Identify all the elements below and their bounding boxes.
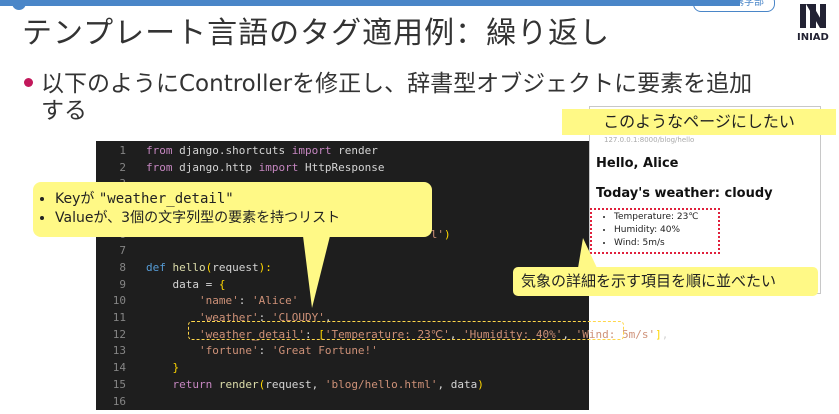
callout-pointer xyxy=(303,236,330,308)
line-number: 8 xyxy=(119,260,126,274)
preview-weather-heading: Today's weather: cloudy xyxy=(596,186,773,201)
key-value-callout: Keyが "weather_detail" Valueが、3個の文字列型の要素を… xyxy=(33,182,432,237)
line-number: 1 xyxy=(119,144,126,157)
code-line: 'name': 'Alice' xyxy=(198,294,299,308)
line-number: 2 xyxy=(119,160,126,174)
code-line: } xyxy=(172,361,180,375)
callout-item-value: Valueが、3個の文字列型の要素を持つリスト xyxy=(55,209,432,228)
line-number: 16 xyxy=(112,394,126,408)
callout-item-key: Keyが "weather_detail" xyxy=(55,190,432,209)
code-line: from django.shortcuts import render xyxy=(146,144,378,157)
code-line: data = { xyxy=(146,277,226,291)
line-number: 7 xyxy=(119,244,126,258)
header-rule xyxy=(0,0,740,6)
line-number: 11 xyxy=(112,311,126,324)
line-number: 13 xyxy=(112,344,126,358)
code-line: 'fortune': 'Great Fortune!' xyxy=(198,344,378,358)
callout-key-code: "weather_detail" xyxy=(98,191,234,207)
org-tag: 情報連携学部 xyxy=(693,0,775,12)
line-number: 10 xyxy=(112,294,126,308)
callout-key-prefix: Keyが xyxy=(55,191,99,207)
page-title: テンプレート言語のタグ適用例：繰り返し xyxy=(22,16,611,51)
line-number: 9 xyxy=(119,277,126,291)
preview-hello-heading: Hello, Alice xyxy=(596,156,679,171)
detail-list-highlight xyxy=(590,208,720,254)
callout-pointer xyxy=(578,238,597,268)
code-line: return render(request, 'blog/hello.html'… xyxy=(172,377,484,391)
bullet-dot-icon xyxy=(24,78,33,87)
weather-detail-highlight xyxy=(188,321,624,340)
detail-callout: 気象の詳細を示す項目を順に並べたい xyxy=(513,267,818,296)
logo-text: INIAD xyxy=(797,32,829,43)
bullet-line-1: 以下のようにControllerを修正し、辞書型オブジェクトに要素を追加 xyxy=(41,71,753,97)
code-line: def hello(request): xyxy=(146,260,272,274)
browser-url: 127.0.0.1:8000/blog/hello xyxy=(604,136,695,144)
goal-label: このようなページにしたい xyxy=(562,109,836,135)
line-number: 14 xyxy=(112,361,126,375)
line-number: 15 xyxy=(112,377,126,391)
line-number: 12 xyxy=(112,327,126,341)
code-line: from django.http import HttpResponse xyxy=(146,160,385,174)
